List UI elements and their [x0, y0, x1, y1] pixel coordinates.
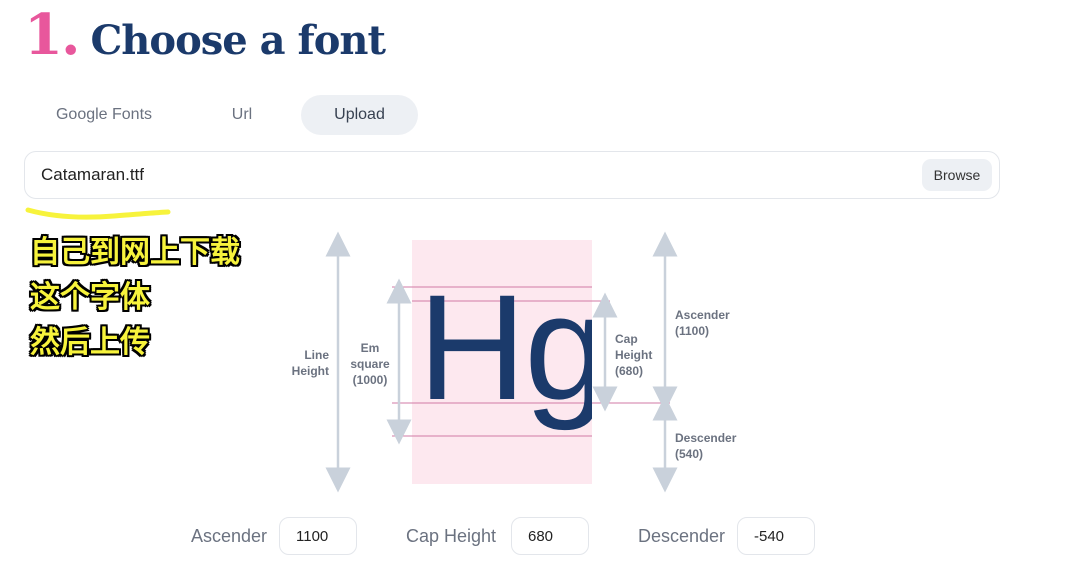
ascender-field-label: Ascender [191, 526, 268, 546]
ascender-label: Ascender (1100) [675, 308, 730, 338]
descender-field[interactable] [737, 517, 815, 555]
glyph-sample-text: Hg [418, 263, 592, 431]
glyph-sample: Hg [412, 240, 592, 484]
line-height-label: Line Height [291, 348, 329, 378]
cap-height-field[interactable] [511, 517, 589, 555]
descender-label: Descender (540) [675, 431, 737, 461]
descender-field-label: Descender [638, 526, 726, 546]
cap-height-label: Cap Height (680) [615, 332, 653, 378]
em-square-label: Em square (1000) [350, 341, 390, 387]
ascender-field[interactable] [279, 517, 357, 555]
cap-height-field-label: Cap Height [406, 526, 497, 546]
